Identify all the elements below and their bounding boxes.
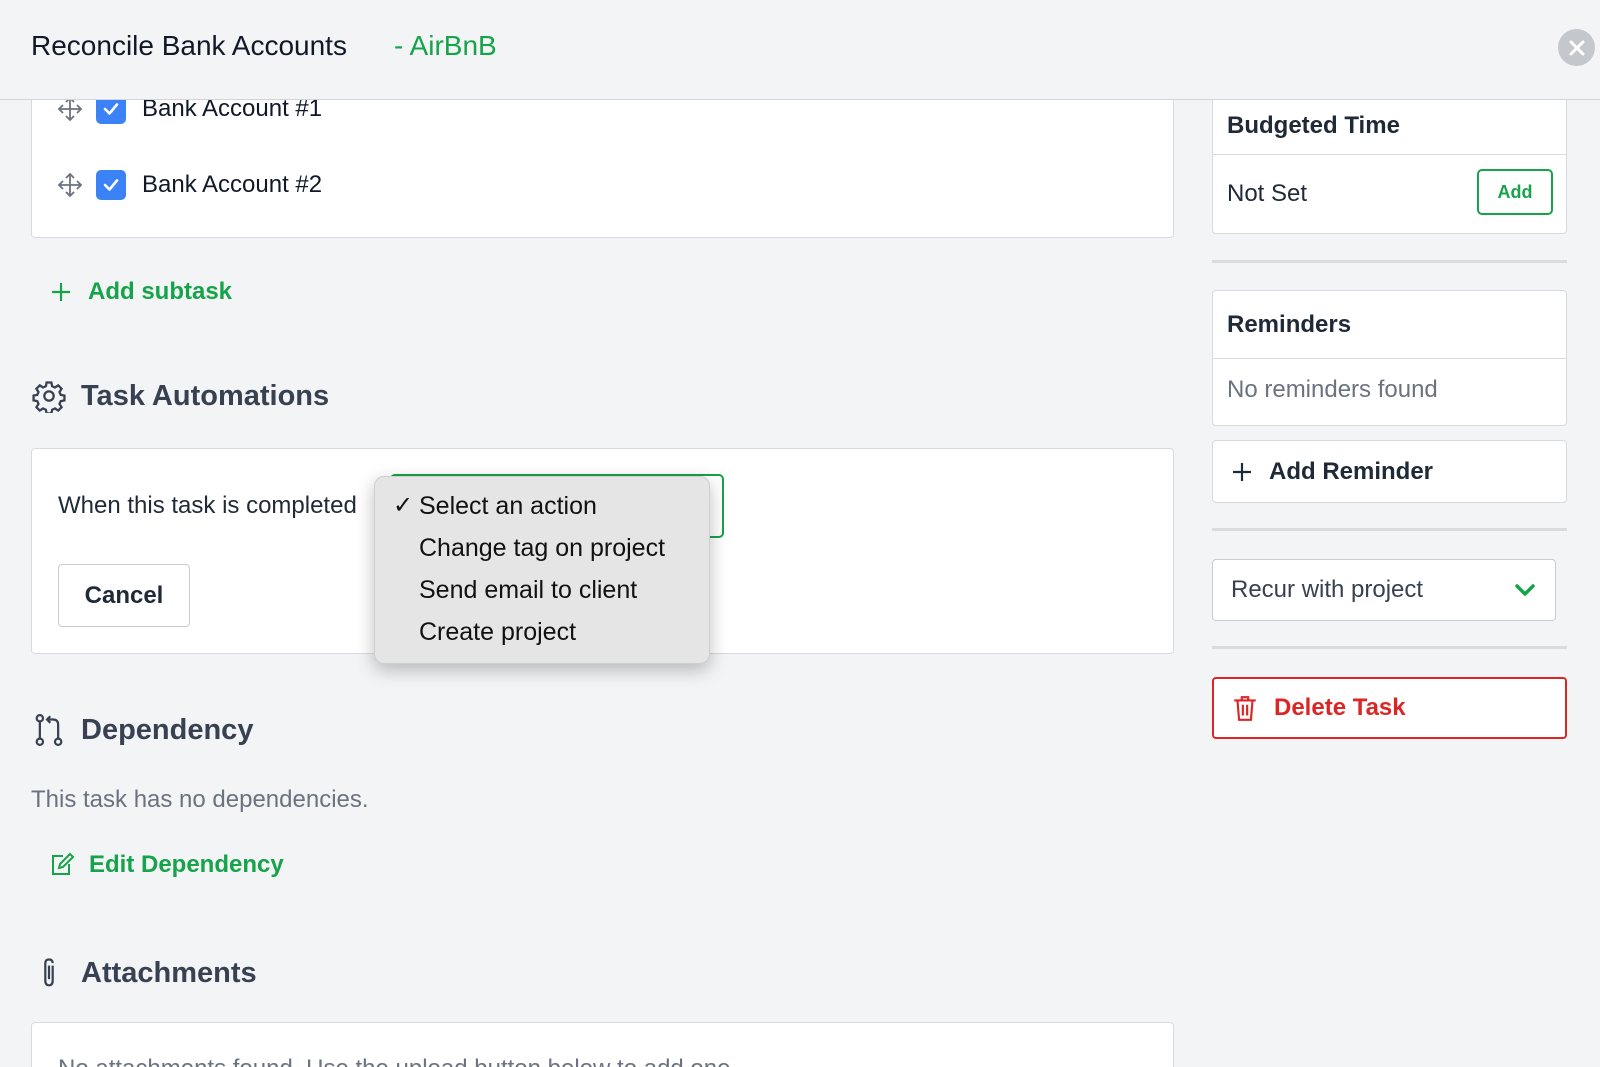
dropdown-option[interactable]: Send email to client xyxy=(375,573,709,615)
divider xyxy=(1212,646,1567,649)
budgeted-time-value: Not Set xyxy=(1227,180,1308,207)
plus-icon xyxy=(52,283,70,301)
check-icon: ✓ xyxy=(393,492,414,519)
attachments-title: Attachments xyxy=(81,956,257,989)
modal-header: Reconcile Bank Accounts - AirBnB xyxy=(0,0,1600,100)
option-label: Send email to client xyxy=(419,576,638,604)
client-link[interactable]: - AirBnB xyxy=(394,30,497,62)
dropdown-option[interactable]: Change tag on project xyxy=(375,531,709,573)
add-reminder-button[interactable]: Add Reminder xyxy=(1212,440,1567,503)
chevron-down-icon xyxy=(1515,584,1535,596)
subtask-checkbox[interactable] xyxy=(96,170,126,200)
budgeted-time-title: Budgeted Time xyxy=(1213,97,1566,155)
drag-handle-icon[interactable] xyxy=(56,171,84,199)
automation-prompt: When this task is completed xyxy=(58,492,357,519)
dropdown-option[interactable]: ✓ Select an action xyxy=(375,489,709,531)
dropdown-option[interactable]: Create project xyxy=(375,615,709,657)
reminders-empty-text: No reminders found xyxy=(1227,376,1438,403)
paperclip-icon xyxy=(31,955,67,991)
dependency-title: Dependency xyxy=(81,713,254,746)
reminders-panel: Reminders No reminders found xyxy=(1212,290,1567,426)
edit-dependency-label: Edit Dependency xyxy=(89,851,284,878)
add-subtask-label: Add subtask xyxy=(88,278,233,305)
trash-icon xyxy=(1234,696,1256,721)
gear-icon xyxy=(31,378,67,414)
automations-heading: Task Automations xyxy=(31,378,329,414)
dependency-heading: Dependency xyxy=(31,712,253,748)
budgeted-time-panel: Budgeted Time Not Set Add xyxy=(1212,96,1567,234)
attachments-empty-text: No attachments found. Use the upload but… xyxy=(58,1055,737,1067)
divider xyxy=(1212,528,1567,531)
edit-dependency-button[interactable]: Edit Dependency xyxy=(49,851,284,879)
recur-select-value: Recur with project xyxy=(1231,576,1424,603)
subtask-label: Bank Account #2 xyxy=(142,171,323,198)
option-label: Select an action xyxy=(419,492,597,520)
dependency-empty-text: This task has no dependencies. xyxy=(31,786,369,813)
checkmark-icon xyxy=(103,179,119,191)
subtask-row: Bank Account #2 xyxy=(56,167,322,203)
attachments-heading: Attachments xyxy=(31,955,257,991)
close-icon xyxy=(1569,40,1584,55)
recur-select[interactable]: Recur with project xyxy=(1212,559,1556,621)
delete-task-label: Delete Task xyxy=(1274,694,1406,721)
cancel-button[interactable]: Cancel xyxy=(58,564,190,627)
edit-icon xyxy=(52,852,75,875)
close-button[interactable] xyxy=(1558,29,1595,66)
plus-icon xyxy=(1233,462,1251,481)
option-label: Create project xyxy=(419,618,577,646)
divider xyxy=(1212,260,1567,263)
attachments-card: No attachments found. Use the upload but… xyxy=(31,1022,1174,1067)
add-reminder-label: Add Reminder xyxy=(1269,457,1434,485)
delete-task-button[interactable]: Delete Task xyxy=(1212,677,1567,739)
add-budget-button[interactable]: Add xyxy=(1477,169,1553,215)
action-dropdown-menu: ✓ Select an action Change tag on project… xyxy=(374,476,710,664)
git-branch-icon xyxy=(31,712,67,748)
task-title: Reconcile Bank Accounts xyxy=(31,30,347,61)
option-label: Change tag on project xyxy=(419,534,666,562)
add-subtask-button[interactable]: Add subtask xyxy=(50,278,232,306)
reminders-title: Reminders xyxy=(1213,291,1566,359)
automations-title: Task Automations xyxy=(81,379,330,412)
checkmark-icon xyxy=(103,103,119,115)
